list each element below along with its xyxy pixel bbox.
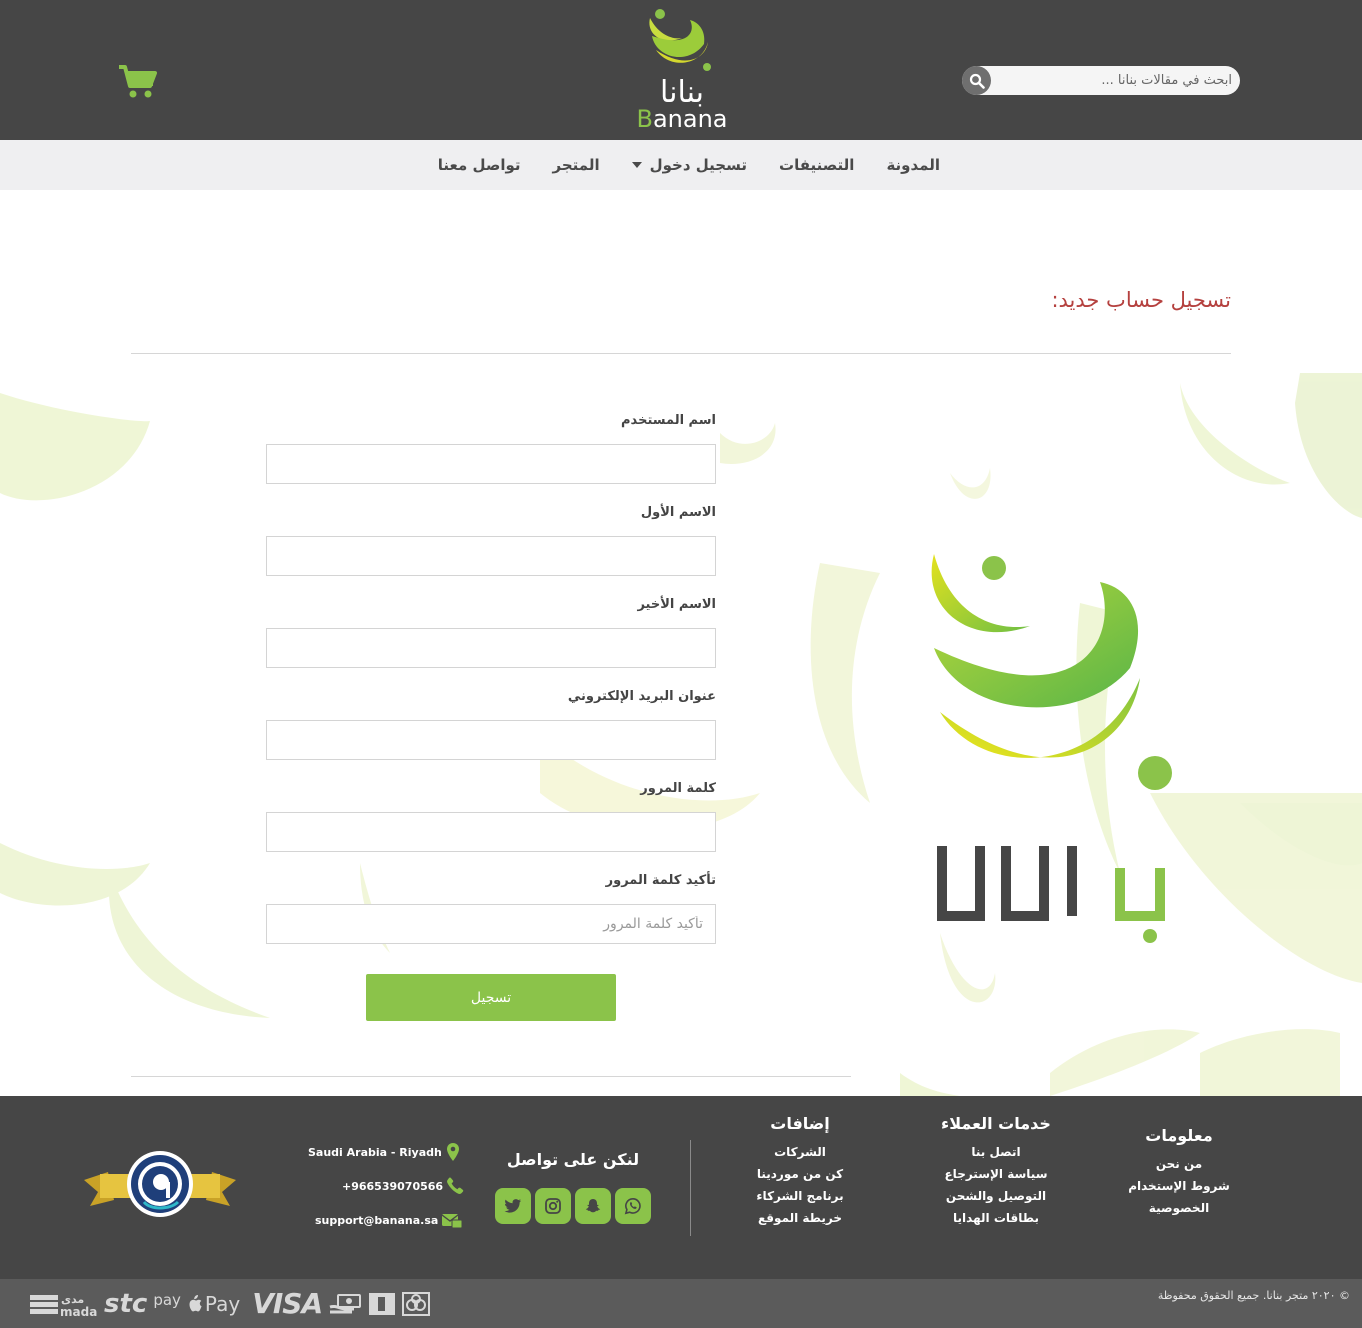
footer-link-companies[interactable]: الشركات xyxy=(740,1145,860,1159)
password-label: كلمة المرور xyxy=(640,781,716,796)
social-links xyxy=(495,1188,651,1224)
nav-label: المدونة xyxy=(886,156,940,174)
apple-pay-text: Pay xyxy=(204,1291,241,1316)
logo-rest: anana xyxy=(652,105,728,133)
maroof-badge-icon xyxy=(84,1151,236,1217)
twitter-button[interactable] xyxy=(495,1188,531,1224)
confirm-password-field[interactable] xyxy=(266,904,716,944)
footer-link-sitemap[interactable]: خريطة الموقع xyxy=(740,1211,860,1225)
footer-link-suppliers[interactable]: كن من موردينا xyxy=(740,1167,860,1181)
whatsapp-button[interactable] xyxy=(615,1188,651,1224)
site-footer: معلومات من نحن شروط الإستخدام الخصوصية خ… xyxy=(0,1096,1362,1279)
banana-logo-icon: بنانا xyxy=(649,9,711,108)
nav-item-blog[interactable]: المدونة xyxy=(886,156,940,174)
footer-link-contact[interactable]: اتصل بنا xyxy=(926,1145,1066,1159)
search-icon xyxy=(969,73,985,89)
footer-info-column: معلومات من نحن شروط الإستخدام الخصوصية xyxy=(1114,1126,1244,1215)
instagram-button[interactable] xyxy=(535,1188,571,1224)
footer-link-returns[interactable]: سياسة الإسترجاع xyxy=(926,1167,1066,1181)
search-input[interactable] xyxy=(992,66,1232,95)
footer-social-heading: لنكن على تواصل xyxy=(506,1150,640,1169)
register-button[interactable]: تسجيل xyxy=(366,974,616,1021)
nav-list: المدونة التصنيفات تسجيل دخول المتجر تواص… xyxy=(438,140,940,190)
last-name-label: الاسم الأخير xyxy=(637,597,716,612)
copyright-text: © ٢٠٢٠ متجر بنانا. جميع الحقوق محفوظة xyxy=(1157,1289,1350,1302)
apple-icon xyxy=(189,1294,202,1311)
email-label: عنوان البريد الإلكتروني xyxy=(567,689,716,704)
search-bar xyxy=(962,66,1240,95)
email-field[interactable] xyxy=(266,720,716,760)
footer-link-privacy[interactable]: الخصوصية xyxy=(1114,1201,1244,1215)
footer-customer-service-heading: خدمات العملاء xyxy=(941,1114,1051,1133)
username-field[interactable] xyxy=(266,444,716,484)
banana-brand-icon xyxy=(931,554,1172,943)
footer-link-shipping[interactable]: التوصيل والشحن xyxy=(926,1189,1066,1203)
site-logo[interactable]: بنانا Banana xyxy=(636,8,728,134)
cart-icon xyxy=(119,65,157,98)
twitter-icon xyxy=(504,1199,521,1213)
stc-pay-text: pay xyxy=(153,1290,181,1309)
main-nav: المدونة التصنيفات تسجيل دخول المتجر تواص… xyxy=(0,140,1362,190)
divider xyxy=(131,1076,851,1077)
password-field[interactable] xyxy=(266,812,716,852)
svg-text:mada: mada xyxy=(60,1305,97,1319)
site-header: بنانا Banana xyxy=(0,0,1362,140)
nav-item-contact[interactable]: تواصل معنا xyxy=(438,156,521,174)
chevron-down-icon xyxy=(631,162,642,168)
footer-additions-column: إضافات الشركات كن من موردينا برنامج الشر… xyxy=(740,1114,860,1225)
footer-link-about[interactable]: من نحن xyxy=(1114,1157,1244,1171)
footer-link-terms[interactable]: شروط الإستخدام xyxy=(1114,1179,1244,1193)
bottom-bar: © ٢٠٢٠ متجر بنانا. جميع الحقوق محفوظة مد… xyxy=(0,1279,1362,1328)
username-label: اسم المستخدم xyxy=(621,413,716,428)
nav-label: المتجر xyxy=(552,156,600,174)
payment-methods: مدى mada stc pay Pay VISA xyxy=(28,1287,431,1320)
mail-icon xyxy=(441,1214,463,1229)
logo-initial: B xyxy=(636,105,653,133)
footer-info-heading: معلومات xyxy=(1145,1126,1213,1145)
email-text: support@banana.sa xyxy=(315,1213,439,1227)
first-name-label: الاسم الأول xyxy=(640,505,716,520)
stc-logo-text: stc xyxy=(104,1288,148,1319)
snapchat-button[interactable] xyxy=(575,1188,611,1224)
apple-pay-logo: Pay xyxy=(187,1292,240,1316)
first-name-field[interactable] xyxy=(266,536,716,576)
logo-arabic-text: بنانا xyxy=(660,75,704,108)
bank-transfer-icon xyxy=(369,1292,396,1315)
footer-additions-heading: إضافات xyxy=(770,1114,830,1133)
phone-text: +966539070566 xyxy=(342,1179,444,1193)
snapchat-icon xyxy=(585,1199,601,1213)
nav-label: التصنيفات xyxy=(779,156,855,174)
brand-logo-large: بنانا xyxy=(920,548,1180,948)
nav-item-store[interactable]: المتجر xyxy=(553,156,600,174)
gift-card-icon xyxy=(402,1291,431,1316)
divider xyxy=(131,353,1231,354)
contact-email[interactable]: support@banana.sa xyxy=(315,1210,464,1230)
footer-link-partners[interactable]: برنامج الشركاء xyxy=(740,1189,860,1203)
footer-divider xyxy=(690,1140,691,1236)
location-text: Saudi Arabia - Riyadh xyxy=(308,1145,442,1159)
visa-logo-text: VISA xyxy=(252,1287,323,1320)
nav-item-categories[interactable]: التصنيفات xyxy=(779,156,854,174)
footer-customer-service-column: خدمات العملاء اتصل بنا سياسة الإسترجاع ا… xyxy=(926,1114,1066,1225)
cart-button[interactable] xyxy=(118,64,158,100)
logo-english-text: Banana xyxy=(636,105,728,133)
nav-label: تواصل معنا xyxy=(437,156,521,174)
contact-location: Saudi Arabia - Riyadh xyxy=(308,1142,462,1162)
confirm-password-label: تأكيد كلمة المرور xyxy=(605,873,716,888)
page-title: تسجيل حساب جديد: xyxy=(1051,288,1231,312)
mada-icon: مدى mada xyxy=(30,1293,97,1319)
instagram-icon xyxy=(545,1198,561,1214)
search-button[interactable] xyxy=(962,66,991,95)
contact-phone[interactable]: +966539070566 xyxy=(342,1176,467,1196)
footer-link-gift-cards[interactable]: بطاقات الهدايا xyxy=(926,1211,1066,1225)
whatsapp-icon xyxy=(624,1197,641,1215)
nav-item-login[interactable]: تسجيل دخول xyxy=(631,156,747,174)
nav-label: تسجيل دخول xyxy=(649,156,747,174)
cash-on-delivery-icon xyxy=(329,1293,362,1313)
location-pin-icon xyxy=(446,1143,459,1161)
last-name-field[interactable] xyxy=(266,628,716,668)
phone-icon xyxy=(447,1177,464,1194)
certification-badge[interactable] xyxy=(84,1150,236,1222)
